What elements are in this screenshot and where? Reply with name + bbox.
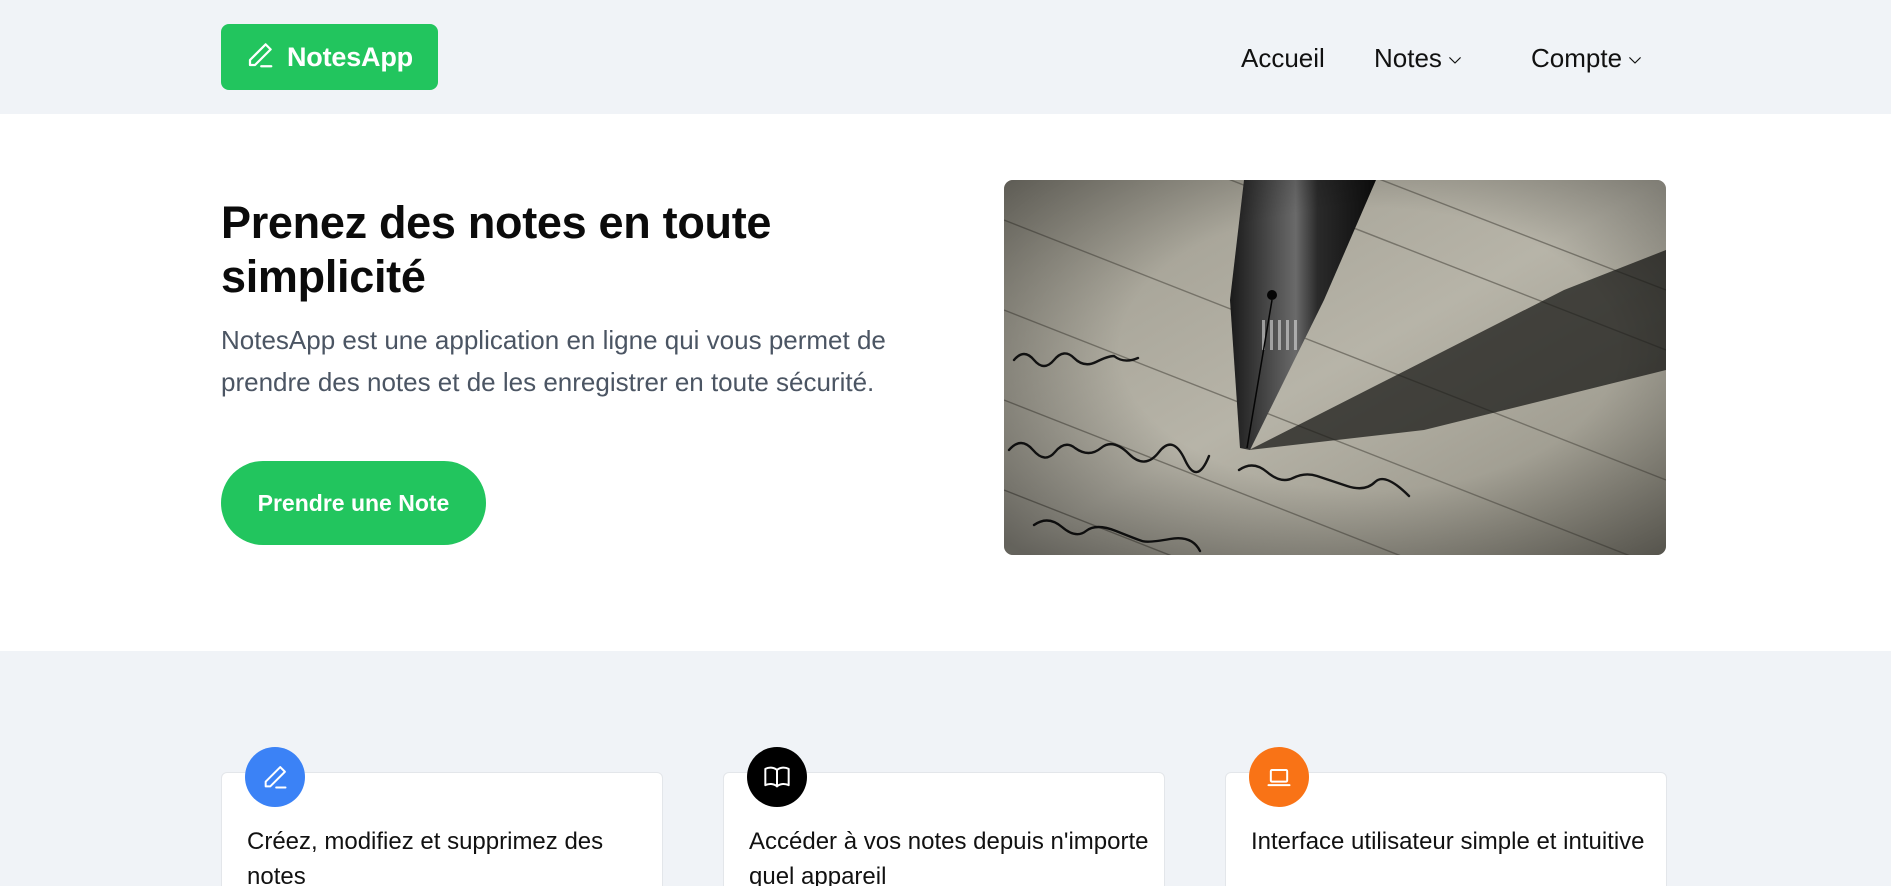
book-open-icon: [747, 747, 807, 807]
feature-text: Créez, modifiez et supprimez des notes: [247, 828, 604, 886]
chevron-down-icon: [1449, 57, 1461, 64]
feature-text: Interface utilisateur simple et intuitiv…: [1251, 828, 1645, 855]
chevron-down-icon: [1629, 57, 1641, 64]
take-note-button[interactable]: Prendre une Note: [221, 461, 486, 545]
hero-image-fountain-pen: [1004, 180, 1666, 555]
features-section: Créez, modifiez et supprimez des notes A…: [0, 651, 1891, 886]
nav-link-home[interactable]: Accueil: [1241, 34, 1325, 82]
nav-dropdown-notes[interactable]: Notes: [1374, 34, 1464, 82]
hero-description: NotesApp est une application en ligne qu…: [221, 325, 886, 397]
nav-notes-label: Notes: [1374, 42, 1442, 73]
hero-section: Prenez des notes en toute simplicité Not…: [0, 114, 1891, 651]
logo-text: NotesApp: [287, 41, 413, 72]
nav-home-label: Accueil: [1241, 42, 1325, 73]
feature-card: Accéder à vos notes depuis n'importe que…: [723, 747, 1165, 886]
site-header: NotesApp Accueil Notes Compte: [0, 0, 1891, 114]
logo-button[interactable]: NotesApp: [221, 24, 438, 90]
nav-account-label: Compte: [1531, 42, 1623, 73]
laptop-icon: [1249, 747, 1309, 807]
feature-card: Interface utilisateur simple et intuitiv…: [1225, 747, 1667, 886]
nav-dropdown-account[interactable]: Compte: [1531, 34, 1644, 82]
feature-text: Accéder à vos notes depuis n'importe que…: [749, 828, 1149, 886]
feature-card: Créez, modifiez et supprimez des notes: [221, 747, 663, 886]
pencil-icon: [245, 747, 305, 807]
pencil-icon: [245, 40, 287, 75]
hero-title: Prenez des notes en toute simplicité: [221, 197, 772, 302]
